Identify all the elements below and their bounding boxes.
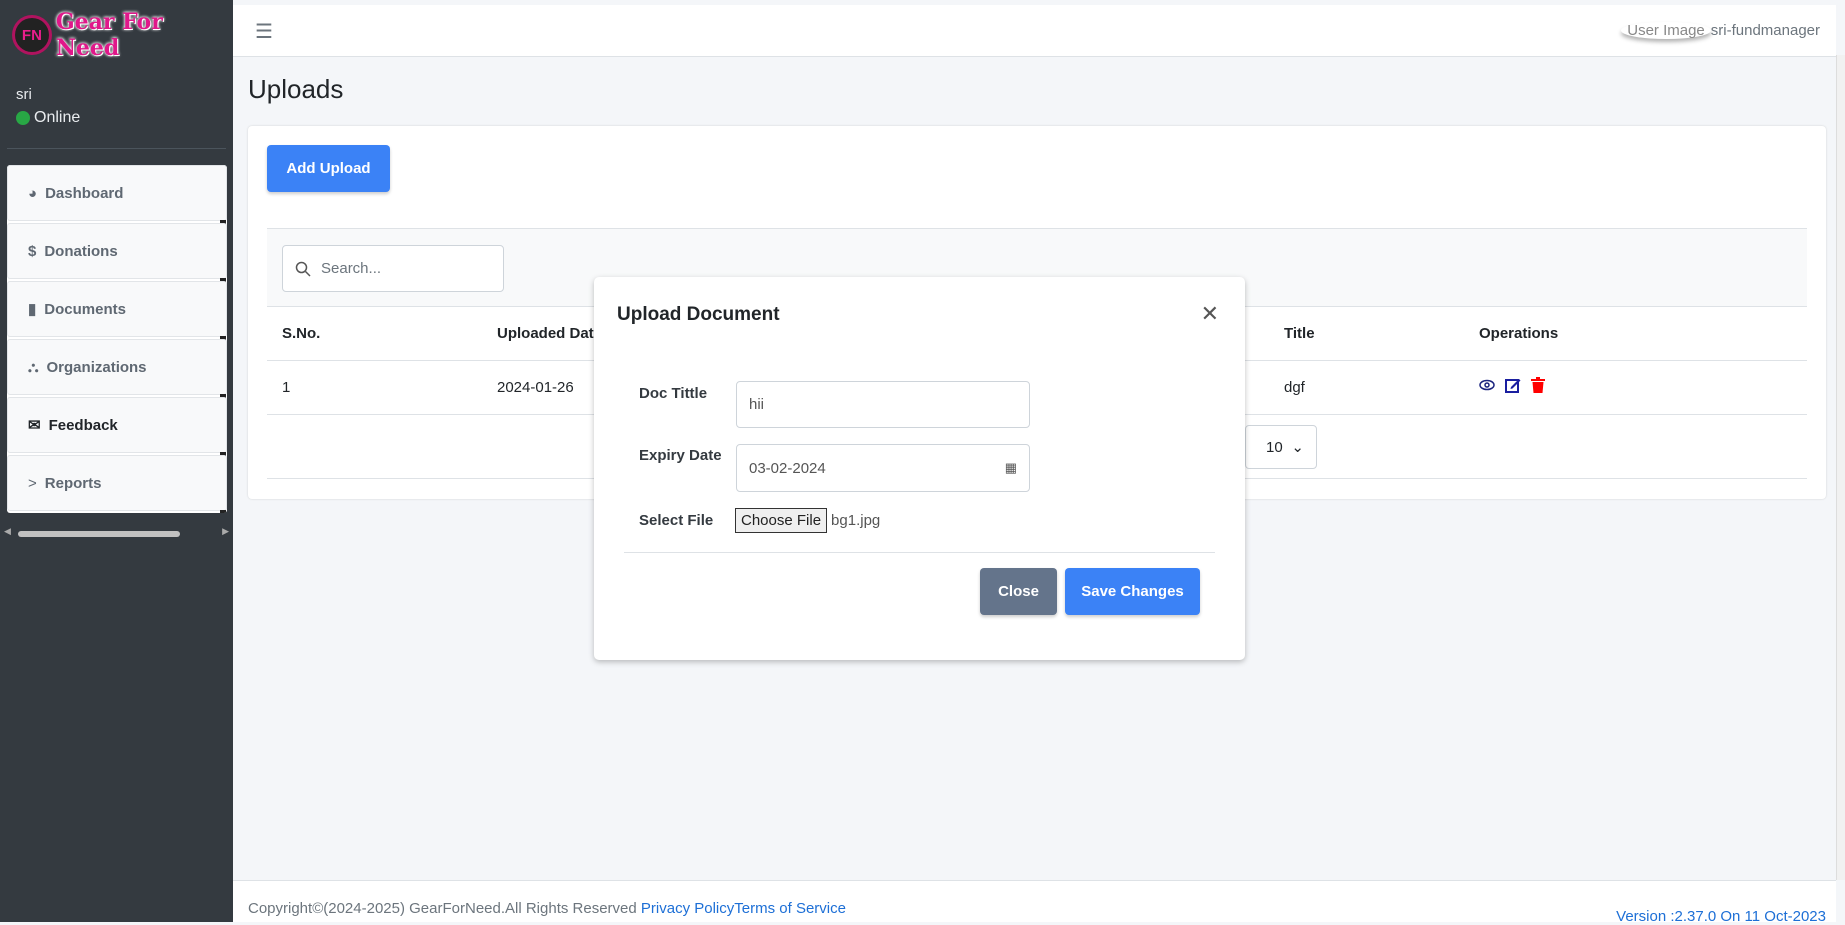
file-name: bg1.jpg xyxy=(831,512,881,529)
add-upload-button[interactable]: Add Upload xyxy=(267,145,390,192)
chevron-down-icon: ⌄ xyxy=(1291,439,1304,456)
header-username: sri-fundmanager xyxy=(1710,22,1820,39)
sidebar-item-donations[interactable]: $ Donations xyxy=(7,223,227,282)
file-icon: ▮ xyxy=(28,301,37,318)
save-changes-button[interactable]: Save Changes xyxy=(1065,568,1200,615)
divider xyxy=(7,148,226,149)
close-icon[interactable]: ✕ xyxy=(1201,301,1219,327)
hamburger-menu-icon[interactable]: ☰ xyxy=(255,19,273,44)
user-status: Online xyxy=(34,109,81,126)
user-panel: sri Online xyxy=(16,86,80,127)
doc-title-input[interactable]: hii xyxy=(736,381,1030,428)
column-header: Uploaded Date xyxy=(497,325,603,342)
user-menu[interactable]: User Image sri-fundmanager xyxy=(1621,22,1820,39)
online-status-icon xyxy=(16,111,30,125)
cell-sno: 1 xyxy=(282,379,291,396)
close-button[interactable]: Close xyxy=(980,568,1057,615)
delete-trash-icon[interactable] xyxy=(1531,377,1545,393)
page-size-select[interactable]: 10 ⌄ xyxy=(1245,425,1317,469)
sidebar-menu: ◕ Dashboard $ Donations ▮ Documents ⛬ Organi… xyxy=(7,165,227,513)
modal-divider xyxy=(624,552,1215,553)
upload-document-modal: Upload Document ✕ Doc Tittle hii Expiry … xyxy=(594,277,1245,660)
version-text: Version :2.37.0 On 11 Oct-2023 xyxy=(1616,908,1826,925)
expiry-date-input[interactable]: 03-02-2024 ▦ xyxy=(736,444,1030,492)
brand-logo[interactable]: FN Gear For Need xyxy=(12,9,233,61)
sidebar-item-dashboard[interactable]: ◕ Dashboard xyxy=(7,165,227,224)
privacy-policy-link[interactable]: Privacy Policy xyxy=(641,900,734,917)
sidebar-item-label: Reports xyxy=(44,474,102,492)
cell-uploaded-date: 2024-01-26 xyxy=(497,379,574,396)
column-header: Operations xyxy=(1479,325,1559,342)
chevron-right-icon: > xyxy=(28,474,37,492)
sidebar-item-label: Donations xyxy=(44,242,118,260)
doc-title-value: hii xyxy=(749,396,765,413)
sidebar-item-reports[interactable]: > Reports xyxy=(7,455,227,513)
sidebar-item-organizations[interactable]: ⛬ Organizations xyxy=(7,339,227,398)
footer: Copyright©(2024-2025) GearForNeed.All Ri… xyxy=(233,880,1836,925)
choose-file-button[interactable]: Choose File xyxy=(735,508,828,533)
column-header: S.No. xyxy=(282,325,321,342)
user-name: sri xyxy=(16,86,32,103)
page-title: Uploads xyxy=(248,74,344,104)
sitemap-icon: ⛬ xyxy=(28,358,39,376)
doc-title-label: Doc Tittle xyxy=(639,385,708,402)
sidebar-item-documents[interactable]: ▮ Documents xyxy=(7,281,227,340)
select-file-label: Select File xyxy=(639,512,714,529)
column-header: Title xyxy=(1284,325,1315,342)
sidebar-item-label: Dashboard xyxy=(45,184,124,202)
expiry-date-value: 03-02-2024 xyxy=(749,459,826,477)
view-eye-icon[interactable] xyxy=(1479,379,1495,391)
sidebar-horizontal-scrollbar[interactable]: ◀ ▶ xyxy=(4,526,229,539)
logo-text: Gear For Need xyxy=(55,9,163,61)
logo-mark: FN xyxy=(12,15,52,55)
calendar-icon[interactable]: ▦ xyxy=(1005,460,1017,476)
modal-title: Upload Document xyxy=(617,304,780,325)
donate-icon: $ xyxy=(28,242,37,260)
edit-icon[interactable] xyxy=(1505,377,1521,393)
sidebar-item-label: Documents xyxy=(44,300,126,318)
top-navbar: ☰ User Image sri-fundmanager xyxy=(233,5,1836,57)
chart-pie-icon: ◕ xyxy=(28,184,38,202)
page-vertical-scrollbar[interactable] xyxy=(1836,55,1845,880)
search-input[interactable]: Search... xyxy=(282,245,504,292)
cell-title: dgf xyxy=(1284,379,1305,396)
sidebar-item-feedback[interactable]: ✉ Feedback xyxy=(7,397,227,456)
file-input[interactable]: Choose File bg1.jpg xyxy=(735,508,880,533)
search-placeholder: Search... xyxy=(321,260,382,277)
envelope-icon: ✉ xyxy=(28,417,41,434)
copyright-text: Copyright©(2024-2025) GearForNeed.All Ri… xyxy=(248,900,641,917)
terms-of-service-link[interactable]: Terms of Service xyxy=(734,900,846,917)
sidebar-item-label: Organizations xyxy=(46,358,147,376)
sidebar: FN Gear For Need sri Online ◕ Dashboard $… xyxy=(0,0,233,922)
user-avatar: User Image xyxy=(1621,22,1711,39)
expiry-date-label: Expiry Date xyxy=(639,447,722,464)
page-size-value: 10 xyxy=(1266,438,1283,456)
search-icon xyxy=(295,261,311,277)
sidebar-item-label: Feedback xyxy=(48,416,118,434)
